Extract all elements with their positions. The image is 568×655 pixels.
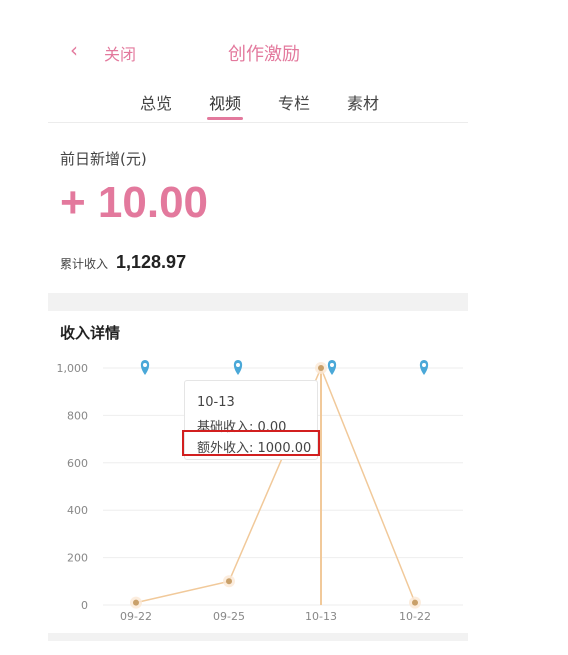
tab-bar: 总览 视频 专栏 素材: [48, 88, 468, 123]
marker-anchor: [233, 350, 243, 354]
data-point: [412, 599, 418, 606]
top-bar: ‹ 关闭 创作激励: [48, 0, 468, 80]
tab-material[interactable]: 素材: [347, 90, 379, 114]
bottom-divider: [48, 633, 468, 641]
income-detail-title: 收入详情: [60, 324, 121, 342]
x-tick-label: 09-22: [120, 610, 152, 623]
location-pin-dot: [330, 363, 334, 367]
location-pin-icon: [233, 360, 243, 375]
x-tick-label: 09-25: [213, 610, 245, 623]
y-tick-label: 0: [81, 599, 88, 612]
chart-tooltip: 10-13 基础收入: 0.00 额外收入: 1000.00: [182, 380, 320, 460]
data-point: [318, 365, 324, 371]
location-pin-icon: [140, 360, 150, 375]
total-income-value: 1,128.97: [116, 252, 187, 272]
section-divider: [48, 293, 468, 311]
location-pin-icon: [419, 360, 429, 375]
location-pin-dot: [236, 363, 240, 367]
y-tick-label: 600: [67, 457, 88, 470]
active-tab-indicator: [207, 117, 243, 120]
y-tick-label: 800: [67, 409, 88, 422]
daily-income-label: 前日新增(元): [60, 150, 147, 168]
tab-video[interactable]: 视频: [209, 90, 241, 114]
y-tick-label: 1,000: [57, 362, 89, 375]
highlight-box: [182, 430, 320, 456]
tooltip-date: 10-13: [197, 395, 235, 410]
location-pin-dot: [422, 363, 426, 367]
x-tick-label: 10-22: [399, 610, 431, 623]
data-point: [226, 578, 232, 585]
tab-overview[interactable]: 总览: [140, 90, 172, 114]
x-tick-label: 10-13: [305, 610, 337, 623]
y-tick-label: 200: [67, 552, 88, 565]
total-income-label: 累计收入: [60, 257, 109, 271]
y-tick-label: 400: [67, 504, 88, 517]
data-point: [133, 599, 139, 606]
location-pin-dot: [143, 363, 147, 367]
page-title: 创作激励: [228, 44, 300, 65]
daily-income-value: + 10.00: [60, 178, 209, 227]
app-panel: ‹ 关闭 创作激励 总览 视频 专栏 素材 前日新增(元) + 10.00 累计…: [48, 0, 468, 641]
tab-column[interactable]: 专栏: [278, 90, 310, 114]
total-income-row: 累计收入 1,128.97: [60, 252, 186, 273]
location-pin-icon: [327, 360, 337, 375]
marker-anchor: [419, 350, 429, 354]
marker-anchor: [327, 350, 337, 354]
marker-anchor: [140, 350, 150, 354]
